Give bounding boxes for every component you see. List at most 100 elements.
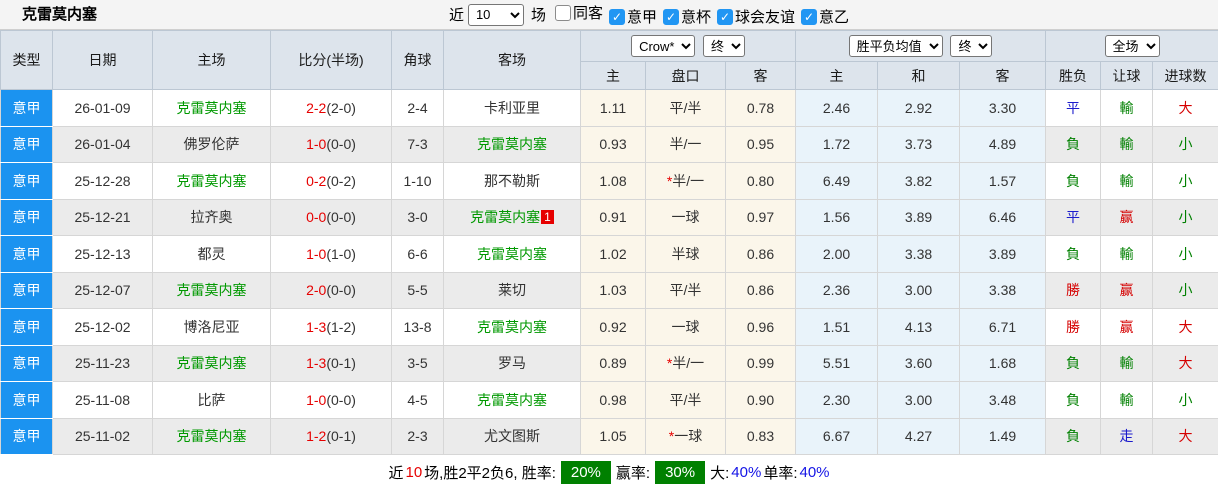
handicap-away-odds: 0.95 <box>724 125 797 163</box>
result-handicap: 赢 <box>1100 308 1154 346</box>
match-count-select[interactable]: 10 <box>467 3 524 26</box>
filter-checkbox-意甲[interactable]: ✓ 意甲 <box>608 6 657 27</box>
corners-score: 2-3 <box>391 417 444 455</box>
away-team[interactable]: 克雷莫内塞 <box>443 235 581 273</box>
checkbox-unchecked-icon[interactable] <box>554 4 571 21</box>
score-cell: 1-0(0-0) <box>270 381 392 419</box>
handicap-text: 平/半 <box>669 391 702 408</box>
avg-home-odds: 2.46 <box>795 89 879 127</box>
table-row: 意甲 26-01-09 克雷莫内塞 2-2(2-0) 2-4 卡利亚里 1.11… <box>0 89 1218 127</box>
avg-draw-odds: 3.00 <box>877 271 961 309</box>
avg-draw-odds: 3.73 <box>877 125 961 163</box>
league-badge: 意甲 <box>0 381 53 419</box>
home-team[interactable]: 克雷莫内塞 <box>152 344 271 382</box>
match-date: 25-12-21 <box>52 198 153 236</box>
handicap-text: 一球 <box>671 209 700 226</box>
corners-score: 2-4 <box>391 89 444 127</box>
result-handicap: 輸 <box>1100 125 1154 163</box>
home-team[interactable]: 克雷莫内塞 <box>152 89 271 127</box>
handicap-home-odds: 1.02 <box>580 235 646 273</box>
result-goals: 小 <box>1152 162 1218 200</box>
summary-bar: 近 10 场,胜2平2负6, 胜率: 20% 赢率: 30% 大: 40% 单率: 40% <box>0 455 1218 489</box>
filter-checkbox-同客[interactable]: 同客 <box>554 2 603 23</box>
home-team[interactable]: 博洛尼亚 <box>152 308 271 346</box>
odds-type-select[interactable]: 胜平负均值 <box>848 35 943 57</box>
home-team[interactable]: 比萨 <box>152 381 271 419</box>
filter-checkbox-意杯[interactable]: ✓ 意杯 <box>663 6 711 27</box>
filter-checkbox-意乙[interactable]: ✓ 意乙 <box>801 6 849 27</box>
corners-score: 4-5 <box>391 381 444 419</box>
avg-away-odds: 1.57 <box>959 162 1047 200</box>
handicap-line: 平/半 <box>645 271 726 309</box>
away-team-name: 克雷莫内塞 <box>477 318 547 335</box>
away-team[interactable]: 克雷莫内塞 1 <box>443 198 581 236</box>
handicap-away-odds: 0.90 <box>724 381 797 419</box>
full-time-score: 2-0 <box>306 282 327 299</box>
subheader-goals: 进球数 <box>1152 61 1218 90</box>
home-team[interactable]: 都灵 <box>152 235 271 273</box>
half-time-score: (0-0) <box>326 282 356 299</box>
page-title: 克雷莫内塞 <box>22 6 98 23</box>
avg-home-odds: 5.51 <box>795 344 879 382</box>
percentage-badge: 20% <box>560 460 611 484</box>
score-cell: 0-0(0-0) <box>270 198 392 236</box>
home-team[interactable]: 克雷莫内塞 <box>152 271 271 309</box>
table-row: 意甲 25-11-02 克雷莫内塞 1-2(0-1) 2-3 尤文图斯 1.05… <box>0 417 1218 455</box>
league-badge: 意甲 <box>0 344 53 382</box>
home-team[interactable]: 拉齐奥 <box>152 198 271 236</box>
handicap-text: 一球 <box>674 428 703 445</box>
subheader-wdl: 胜负 <box>1045 61 1102 90</box>
handicap-away-odds: 0.97 <box>724 198 797 236</box>
handicap-home-odds: 1.03 <box>580 271 646 309</box>
avg-home-odds: 2.30 <box>795 381 879 419</box>
summary-text: 近 <box>388 464 404 482</box>
handicap-time-select[interactable]: 终 <box>702 35 745 57</box>
filter-checkbox-球会友谊[interactable]: ✓ 球会友谊 <box>717 6 795 27</box>
away-team[interactable]: 尤文图斯 <box>443 417 581 455</box>
filter-checkbox-label: 意乙 <box>819 9 850 26</box>
subheader-avg-away: 客 <box>959 61 1047 90</box>
corners-score: 1-10 <box>391 162 444 200</box>
handicap-away-odds: 0.80 <box>724 162 797 200</box>
header-corners: 角球 <box>391 30 444 90</box>
half-time-score: (0-2) <box>326 172 356 189</box>
home-team[interactable]: 克雷莫内塞 <box>152 417 271 455</box>
table-row: 意甲 25-12-21 拉齐奥 0-0(0-0) 3-0 克雷莫内塞 1 0.91… <box>0 198 1218 236</box>
handicap-line: *半/一 <box>645 344 726 382</box>
home-team[interactable]: 佛罗伦萨 <box>152 125 271 163</box>
home-team[interactable]: 克雷莫内塞 <box>152 162 271 200</box>
period-select[interactable]: 全场 <box>1104 35 1160 57</box>
score-cell: 1-0(1-0) <box>270 235 392 273</box>
checkbox-checked-icon[interactable]: ✓ <box>608 8 625 25</box>
bookmaker-select[interactable]: Crow* <box>631 35 696 57</box>
header-home: 主场 <box>152 30 271 90</box>
half-time-score: (0-0) <box>326 209 356 226</box>
handicap-line: *半/一 <box>645 162 726 200</box>
checkbox-checked-icon[interactable]: ✓ <box>801 8 818 25</box>
filter-checkbox-label: 同客 <box>572 5 603 22</box>
result-handicap: 輸 <box>1100 89 1154 127</box>
away-team[interactable]: 那不勒斯 <box>443 162 581 200</box>
handicap-line: 半球 <box>645 235 726 273</box>
away-team[interactable]: 克雷莫内塞 <box>443 125 581 163</box>
away-team[interactable]: 卡利亚里 <box>443 89 581 127</box>
away-team[interactable]: 莱切 <box>443 271 581 309</box>
away-team[interactable]: 克雷莫内塞 <box>443 308 581 346</box>
match-date: 25-12-07 <box>52 271 153 309</box>
result-goals: 大 <box>1152 417 1218 455</box>
checkbox-checked-icon[interactable]: ✓ <box>663 8 679 25</box>
checkbox-checked-icon[interactable]: ✓ <box>717 8 734 25</box>
odds-time-select[interactable]: 终 <box>950 35 993 57</box>
away-team[interactable]: 克雷莫内塞 <box>443 381 581 419</box>
handicap-line: 半/一 <box>645 125 726 163</box>
full-time-score: 1-2 <box>306 428 327 445</box>
away-team[interactable]: 罗马 <box>443 344 581 382</box>
result-handicap: 赢 <box>1100 198 1154 236</box>
result-wdl: 平 <box>1045 198 1102 236</box>
full-time-score: 1-3 <box>306 318 327 335</box>
score-cell: 2-0(0-0) <box>270 271 392 309</box>
match-date: 25-12-13 <box>52 235 153 273</box>
match-date: 25-11-23 <box>52 344 153 382</box>
away-team-name: 卡利亚里 <box>484 99 540 116</box>
avg-draw-odds: 3.38 <box>877 235 961 273</box>
